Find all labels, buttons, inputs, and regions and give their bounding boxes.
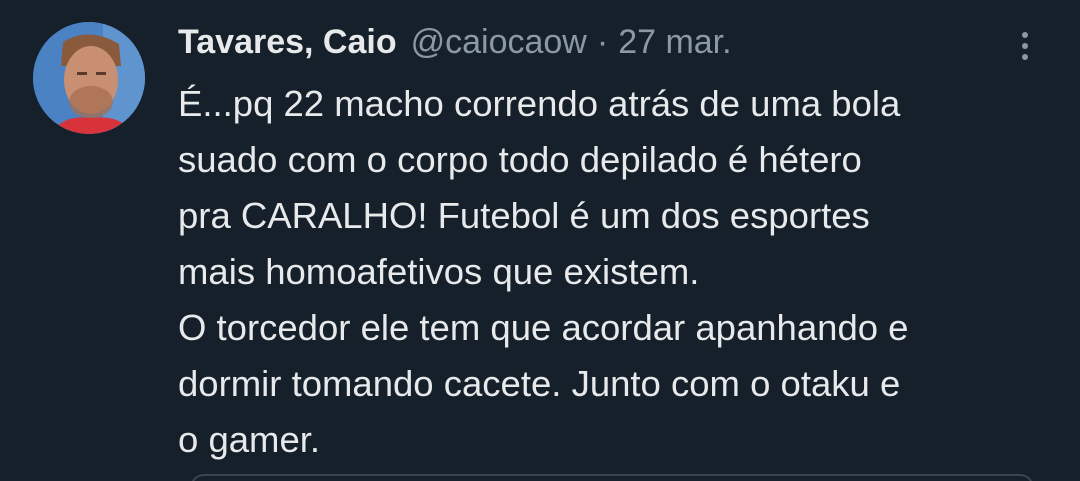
media-card-edge[interactable]: [190, 474, 1034, 481]
author-name[interactable]: Tavares, Caio: [178, 23, 397, 62]
tweet-date[interactable]: 27 mar.: [618, 23, 731, 62]
more-dot: [1022, 54, 1028, 60]
avatar-photo: [33, 22, 145, 134]
tweet-text-line: o gamer.: [178, 419, 321, 460]
tweet-text-line: dormir tomando cacete. Junto com o otaku…: [178, 363, 901, 404]
more-dot: [1022, 43, 1028, 49]
tweet-card[interactable]: Tavares, Caio @caiocaow · 27 mar. É...pq…: [0, 0, 1080, 481]
tweet-header: Tavares, Caio @caiocaow · 27 mar.: [178, 22, 732, 62]
avatar[interactable]: [33, 22, 145, 134]
tweet-text-line: O torcedor ele tem que acordar apanhando…: [178, 307, 909, 348]
tweet-text-line: pra CARALHO! Futebol é um dos esportes: [178, 195, 870, 236]
tweet-text-line: mais homoafetivos que existem.: [178, 251, 700, 292]
more-vertical-icon[interactable]: [1008, 26, 1042, 66]
tweet-text: É...pq 22 macho correndo atrás de uma bo…: [178, 76, 1058, 468]
author-handle[interactable]: @caiocaow: [411, 23, 587, 62]
more-dot: [1022, 32, 1028, 38]
tweet-text-line: suado com o corpo todo depilado é hétero: [178, 139, 862, 180]
tweet-text-line: É...pq 22 macho correndo atrás de uma bo…: [178, 83, 901, 124]
header-separator: ·: [596, 22, 609, 61]
